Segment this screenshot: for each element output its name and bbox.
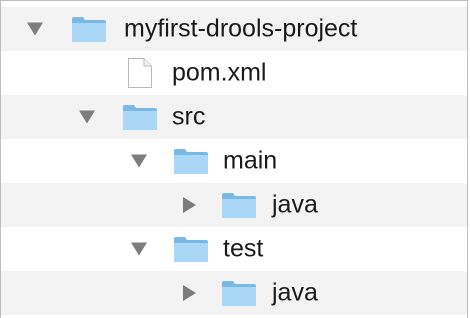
tree-row-main-java[interactable]: java xyxy=(1,183,467,227)
disclosure-triangle-right-icon[interactable] xyxy=(183,285,196,301)
folder-icon xyxy=(71,15,107,43)
file-tree: myfirst-drools-project pom.xml src main … xyxy=(0,0,468,318)
folder-icon xyxy=(173,235,209,263)
tree-row-myfirst-drools-project[interactable]: myfirst-drools-project xyxy=(1,7,467,51)
folder-icon xyxy=(221,191,257,219)
tree-row-test-java[interactable]: java xyxy=(1,271,467,315)
folder-icon xyxy=(221,279,257,307)
file-icon xyxy=(127,57,153,89)
tree-item-label: java xyxy=(272,278,318,307)
tree-item-label: test xyxy=(223,234,264,263)
tree-item-label: myfirst-drools-project xyxy=(124,14,358,43)
disclosure-triangle-down-icon[interactable] xyxy=(27,22,43,36)
tree-item-label: java xyxy=(272,190,318,219)
tree-row-src[interactable]: src xyxy=(1,95,467,139)
tree-item-label: main xyxy=(223,146,278,175)
disclosure-triangle-down-icon[interactable] xyxy=(79,110,95,124)
tree-row-main[interactable]: main xyxy=(1,139,467,183)
tree-row-test[interactable]: test xyxy=(1,227,467,271)
tree-item-label: src xyxy=(172,102,206,131)
disclosure-triangle-down-icon[interactable] xyxy=(131,242,147,256)
disclosure-triangle-right-icon[interactable] xyxy=(183,197,196,213)
tree-item-label: pom.xml xyxy=(172,58,267,87)
disclosure-triangle-down-icon[interactable] xyxy=(131,154,147,168)
folder-icon xyxy=(122,103,158,131)
folder-icon xyxy=(173,147,209,175)
tree-row-pom-xml[interactable]: pom.xml xyxy=(1,51,467,95)
